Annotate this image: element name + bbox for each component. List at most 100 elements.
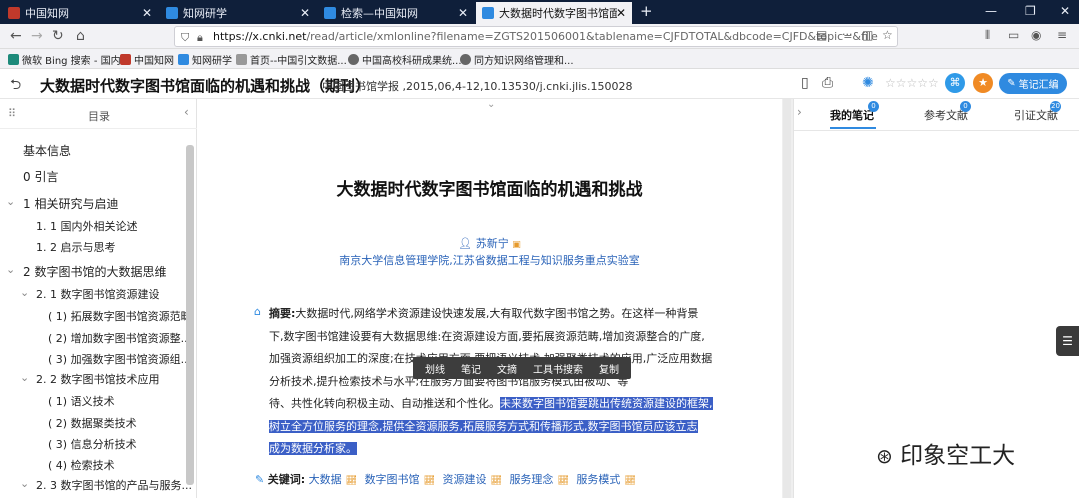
account-icon[interactable]: ◉ <box>1031 28 1041 42</box>
bookmark-bing[interactable]: 微软 Bing 搜索 - 国内... <box>8 52 130 67</box>
toc-heading: 目录 <box>88 110 110 123</box>
toc-item[interactable]: 基本信息 <box>23 142 71 159</box>
toc-item[interactable]: ( 1) 拓展数字图书馆资源范畴 <box>48 308 192 324</box>
keyword-chart-icon[interactable]: 📈︎ <box>346 476 357 486</box>
toc-item[interactable]: 1 相关研究与启迪 <box>23 195 118 212</box>
abstract-text: 待、共性化转向积极主动、自动推送和个性化。 <box>269 397 500 410</box>
grid-icon[interactable]: ⠿ <box>8 107 16 120</box>
close-icon[interactable]: ✕ <box>300 6 310 20</box>
page-actions-icon[interactable]: ··· <box>842 28 853 41</box>
panel-collapse-chevron-icon[interactable]: › <box>797 105 802 119</box>
toc-item[interactable]: 0 引言 <box>23 168 58 185</box>
popup-reference-search[interactable]: 工具书搜索 <box>533 361 583 376</box>
restore-icon[interactable]: ❐ <box>1025 4 1036 18</box>
sidebar-toggle-icon[interactable]: ▭ <box>1008 28 1019 42</box>
selected-text[interactable]: 树立全方位服务的理念,提供全资源服务,拓展服务方式和传播形式,数字图书馆员应该立… <box>269 420 698 433</box>
article-affiliation[interactable]: 南京大学信息管理学院,江苏省数据工程与知识服务重点实验室 <box>197 252 782 268</box>
globe-icon <box>460 54 471 65</box>
selected-text[interactable]: 未来数字图书馆要跳出传统资源建设的框架, <box>500 397 713 410</box>
return-arrow-icon[interactable]: ⮌ <box>10 74 21 98</box>
toc-item[interactable]: 1. 1 国内外相关论述 <box>36 218 138 234</box>
popup-copy[interactable]: 复制 <box>599 361 619 376</box>
notes-compile-button[interactable]: ✎ 笔记汇编 <box>999 73 1067 94</box>
tab-title: 检索—中国知网 <box>341 7 418 20</box>
close-icon[interactable]: ✕ <box>616 6 626 20</box>
selected-text[interactable]: 成为数据分析家。 <box>269 442 357 455</box>
wechat-icon: ⊛ <box>876 444 893 468</box>
mobile-icon[interactable]: ▯ <box>801 75 809 91</box>
toc-item[interactable]: ( 1) 语义技术 <box>48 393 115 409</box>
tag-icon[interactable]: ⌘ <box>945 73 965 93</box>
keyword-chart-icon[interactable]: 📈︎ <box>557 476 568 486</box>
print-icon[interactable]: ⎙ <box>822 75 833 91</box>
keyword-link[interactable]: 服务理念 <box>509 473 553 486</box>
popup-excerpt[interactable]: 文摘 <box>497 361 517 376</box>
toc-item[interactable]: 2. 1 数字图书馆资源建设 <box>36 286 160 302</box>
tab-yanxue[interactable]: 知网研学 ✕ <box>160 2 316 24</box>
bookmark-label: 中国知网 <box>134 56 174 67</box>
rating-stars[interactable]: ☆☆☆☆☆ <box>885 76 939 90</box>
bookmark-univ[interactable]: 中国高校科研成果统... <box>348 52 462 67</box>
toc-item[interactable]: ( 4) 检索技术 <box>48 457 115 473</box>
toc-item[interactable]: ( 3) 信息分析技术 <box>48 436 137 452</box>
keyword-chart-icon[interactable]: 📈︎ <box>491 476 502 486</box>
reload-icon[interactable]: ↻ <box>52 28 64 44</box>
chevron-down-icon[interactable]: ⌄ <box>20 286 29 299</box>
library-icon[interactable]: ⫴ <box>985 28 990 43</box>
keyword-chart-icon[interactable]: 📈︎ <box>424 476 435 486</box>
keyword-link[interactable]: 资源建设 <box>443 473 487 486</box>
keyword-link[interactable]: 服务模式 <box>576 473 620 486</box>
address-bar[interactable]: ⛉ 🔒︎ https://x.cnki.net/read/article/xml… <box>174 26 898 47</box>
toc-item[interactable]: 1. 2 启示与思考 <box>36 239 116 255</box>
bookmark-citation[interactable]: 首页--中国引文数据... <box>236 52 347 67</box>
reader-view-icon[interactable]: ▤ <box>816 28 827 42</box>
url-path: /read/article/xmlonline?filename=ZGTS201… <box>306 30 878 43</box>
toc-item[interactable]: ( 2) 数据聚类技术 <box>48 415 137 431</box>
window-close-icon[interactable]: ✕ <box>1060 4 1070 18</box>
new-tab-plus-icon[interactable]: + <box>640 2 653 20</box>
toc-item[interactable]: ( 3) 加强数字图书馆资源组... <box>48 351 191 367</box>
close-icon[interactable]: ✕ <box>458 6 468 20</box>
collapse-chevron-icon[interactable]: ‹ <box>184 105 189 119</box>
home-icon[interactable]: ⌂ <box>76 28 85 44</box>
chevron-down-icon[interactable]: ⌄ <box>20 371 29 384</box>
favorite-star-icon[interactable]: ★ <box>973 73 993 93</box>
keyword-chart-icon[interactable]: 📈︎ <box>624 476 635 486</box>
pocket-icon[interactable]: ◫ <box>862 28 873 42</box>
toc-item[interactable]: 2. 2 数字图书馆技术应用 <box>36 371 160 387</box>
tab-search[interactable]: 检索—中国知网 ✕ <box>318 2 474 24</box>
bookmark-label: 同方知识网络管理和... <box>474 56 574 67</box>
toc-item[interactable]: ( 2) 增加数字图书馆资源整... <box>48 330 191 346</box>
tab-cnki[interactable]: 中国知网 ✕ <box>2 2 158 24</box>
expand-chevron-icon[interactable]: ⌄ <box>487 99 495 110</box>
article-author[interactable]: 苏新宁 <box>476 237 509 250</box>
toc-item[interactable]: 2 数字图书馆的大数据思维 <box>23 263 166 280</box>
chevron-down-icon[interactable]: ⌄ <box>6 195 15 208</box>
bookmark-tongfang[interactable]: 同方知识网络管理和... <box>460 52 574 67</box>
popup-note[interactable]: 笔记 <box>461 361 481 376</box>
main-scrollbar[interactable] <box>783 99 791 498</box>
chevron-down-icon[interactable]: ⌄ <box>20 477 29 490</box>
author-info-icon[interactable]: ▣ <box>512 240 521 250</box>
article-favicon-icon <box>482 7 494 19</box>
feedback-chat-icon[interactable]: ☰ <box>1056 326 1079 356</box>
minimize-icon[interactable]: — <box>985 4 997 18</box>
bookmark-cnki[interactable]: 中国知网 <box>120 52 174 67</box>
keyword-link[interactable]: 大数据 <box>309 473 342 486</box>
article-author-line: 👤︎ 苏新宁 ▣ <box>197 235 782 251</box>
toc-scrollbar[interactable] <box>186 145 194 485</box>
chevron-down-icon[interactable]: ⌄ <box>6 263 15 276</box>
keyword-link[interactable]: 数字图书馆 <box>365 473 420 486</box>
tab-my-notes[interactable]: 我的笔记 <box>830 107 874 123</box>
popup-underline[interactable]: 划线 <box>425 361 445 376</box>
back-arrow-icon[interactable]: ← <box>10 28 22 44</box>
bookmark-yanxue[interactable]: 知网研学 <box>178 52 232 67</box>
keyword-icon: ✎ <box>255 473 265 486</box>
bookmark-star-icon[interactable]: ☆ <box>882 28 893 42</box>
toc-item[interactable]: 2. 3 数字图书馆的产品与服务... <box>36 477 192 493</box>
abstract-line: 下,数字图书馆建设要有大数据思维:在资源建设方面,要拓展资源范畴,增加资源整合的… <box>269 330 705 343</box>
forward-arrow-icon[interactable]: → <box>31 28 43 44</box>
tab-article[interactable]: 大数据时代数字图书馆面临的 ✕ <box>476 2 632 24</box>
close-icon[interactable]: ✕ <box>142 6 152 20</box>
menu-icon[interactable]: ≡ <box>1057 28 1067 42</box>
